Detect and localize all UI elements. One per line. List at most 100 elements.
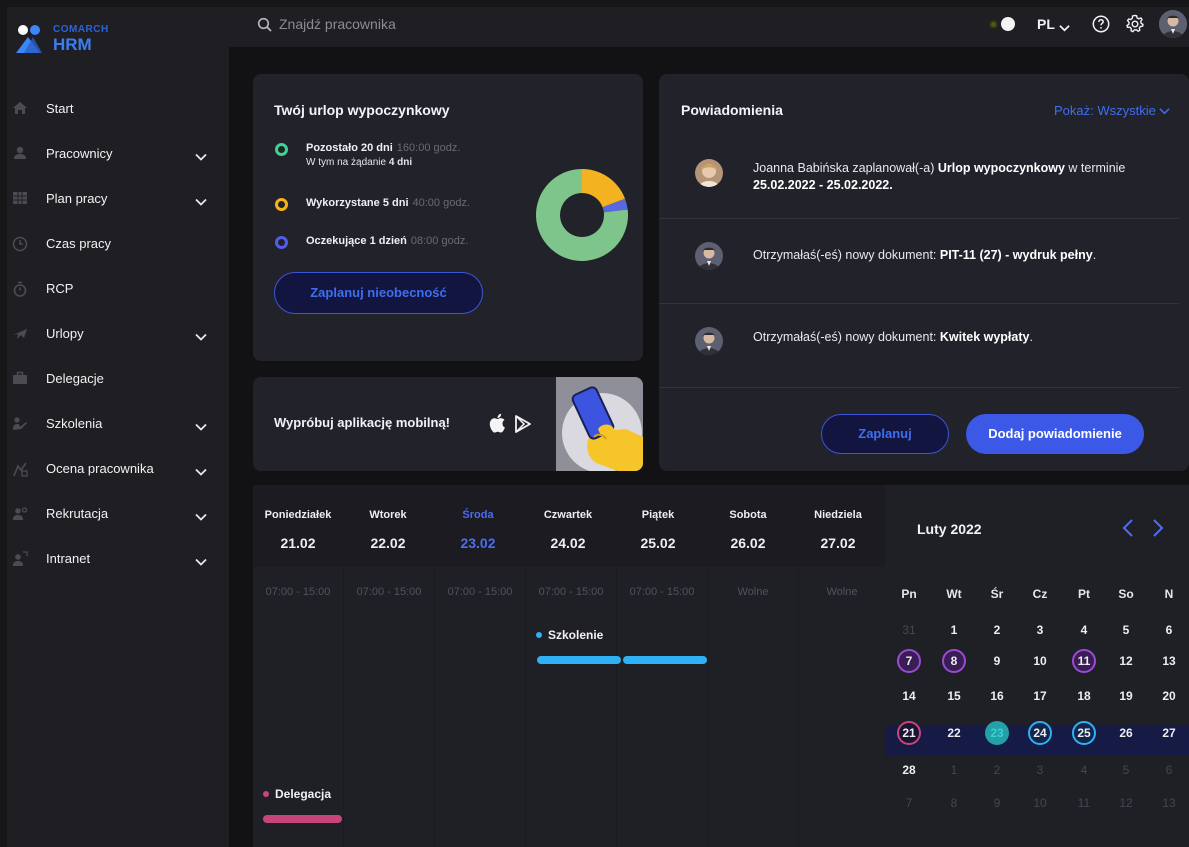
calendar-day[interactable]: 25 <box>1064 721 1104 745</box>
calendar-day[interactable]: 23 <box>977 721 1017 745</box>
sidebar-item-intranet[interactable]: Intranet <box>7 536 229 581</box>
chevron-down-icon[interactable] <box>1059 20 1070 35</box>
chevron-left-icon[interactable] <box>1121 518 1135 538</box>
event-delegation[interactable]: Delegacja <box>263 787 331 801</box>
calendar-day[interactable]: 2 <box>977 618 1017 642</box>
calendar-day[interactable]: 4 <box>1064 758 1104 782</box>
day-cell-sunday[interactable] <box>799 567 885 847</box>
chevron-down-icon[interactable] <box>195 554 207 566</box>
sidebar-item-rekrutacja[interactable]: Rekrutacja <box>7 491 229 536</box>
sidebar-item-ocena-pracownika[interactable]: Ocena pracownika <box>7 446 229 491</box>
calendar-day[interactable]: 22 <box>934 721 974 745</box>
app-window: COMARCH HRM Start Pracownicy Plan pracy … <box>7 7 1189 847</box>
day-cell-saturday[interactable] <box>708 567 798 847</box>
sidebar-item-delegacje[interactable]: Delegacje <box>7 356 229 401</box>
chevron-down-icon[interactable] <box>195 419 207 431</box>
calendar-day[interactable]: 13 <box>1149 791 1189 815</box>
calendar-day[interactable]: 14 <box>889 684 929 708</box>
chevron-down-icon[interactable] <box>195 194 207 206</box>
sidebar-item-pracownicy[interactable]: Pracownicy <box>7 131 229 176</box>
calendar-day[interactable]: 10 <box>1020 649 1060 673</box>
calendar-day-number: 7 <box>897 649 921 673</box>
plan-button[interactable]: Zaplanuj <box>821 414 949 454</box>
calendar-day-number: 21 <box>897 721 921 745</box>
calendar-day[interactable]: 28 <box>889 758 929 782</box>
sidebar-item-czas-pracy[interactable]: Czas pracy <box>7 221 229 266</box>
chevron-down-icon[interactable] <box>195 464 207 476</box>
sidebar-item-start[interactable]: Start <box>7 86 229 131</box>
sidebar-item-urlopy[interactable]: Urlopy <box>7 311 229 356</box>
calendar-day[interactable]: 5 <box>1106 618 1146 642</box>
sidebar-item-rcp[interactable]: RCP <box>7 266 229 311</box>
chevron-down-icon[interactable] <box>195 149 207 161</box>
divider <box>659 218 1179 219</box>
calendar-day[interactable]: 4 <box>1064 618 1104 642</box>
calendar-day[interactable]: 19 <box>1106 684 1146 708</box>
calendar-day-number: 25 <box>1072 721 1096 745</box>
calendar-day[interactable]: 1 <box>934 618 974 642</box>
calendar-day[interactable]: 24 <box>1020 721 1060 745</box>
sidebar-item-label: Urlopy <box>46 326 84 341</box>
theme-toggle[interactable] <box>987 17 1017 31</box>
calendar-day[interactable]: 7 <box>889 791 929 815</box>
search-input[interactable] <box>279 13 579 35</box>
day-cell-wednesday[interactable] <box>435 567 525 847</box>
plan-absence-button[interactable]: Zaplanuj nieobecność <box>274 272 483 314</box>
calendar-day[interactable]: 6 <box>1149 618 1189 642</box>
user-avatar[interactable] <box>1159 10 1187 38</box>
calendar-day[interactable]: 12 <box>1106 791 1146 815</box>
calendar-day[interactable]: 21 <box>889 721 929 745</box>
weekday-header: Pn <box>901 587 917 601</box>
day-cell-monday[interactable] <box>253 567 343 847</box>
calendar-day[interactable]: 7 <box>889 649 929 673</box>
calendar-day[interactable]: 27 <box>1149 721 1189 745</box>
calendar-day-number: 11 <box>1077 796 1091 810</box>
calendar-day[interactable]: 17 <box>1020 684 1060 708</box>
calendar-day[interactable]: 16 <box>977 684 1017 708</box>
calendar-day[interactable]: 8 <box>934 649 974 673</box>
calendar-day[interactable]: 10 <box>1020 791 1060 815</box>
calendar-day[interactable]: 9 <box>977 649 1017 673</box>
calendar-day[interactable]: 11 <box>1064 791 1104 815</box>
event-training-bar[interactable] <box>623 656 707 664</box>
add-notification-button[interactable]: Dodaj powiadomienie <box>966 414 1144 454</box>
calendar-day[interactable]: 18 <box>1064 684 1104 708</box>
calendar-day[interactable]: 15 <box>934 684 974 708</box>
chevron-down-icon[interactable] <box>195 509 207 521</box>
day-cell-thursday[interactable] <box>526 567 616 847</box>
calendar-day[interactable]: 3 <box>1020 758 1060 782</box>
calendar-day[interactable]: 6 <box>1149 758 1189 782</box>
search-icon[interactable] <box>257 17 273 33</box>
calendar-day-number: 3 <box>1036 623 1044 637</box>
calendar-day[interactable]: 31 <box>889 618 929 642</box>
calendar-day[interactable]: 12 <box>1106 649 1146 673</box>
calendar-day-number: 7 <box>905 796 913 810</box>
calendar-day[interactable]: 20 <box>1149 684 1189 708</box>
calendar-day[interactable]: 8 <box>934 791 974 815</box>
event-training[interactable]: Szkolenie <box>536 628 603 642</box>
calendar-day[interactable]: 3 <box>1020 618 1060 642</box>
chevron-down-icon[interactable] <box>195 329 207 341</box>
calendar-day[interactable]: 26 <box>1106 721 1146 745</box>
calendar-day[interactable]: 2 <box>977 758 1017 782</box>
calendar-day[interactable]: 13 <box>1149 649 1189 673</box>
day-cell-tuesday[interactable] <box>344 567 434 847</box>
gear-icon[interactable] <box>1125 14 1145 34</box>
calendar-day[interactable]: 1 <box>934 758 974 782</box>
help-icon[interactable] <box>1092 15 1110 33</box>
calendar-day[interactable]: 11 <box>1064 649 1104 673</box>
event-training-bar[interactable] <box>537 656 621 664</box>
logo[interactable]: COMARCH HRM <box>15 22 175 62</box>
event-delegation-bar[interactable] <box>263 815 342 823</box>
apple-store-icon[interactable] <box>489 413 507 433</box>
day-cell-friday[interactable] <box>617 567 707 847</box>
calendar-day[interactable]: 9 <box>977 791 1017 815</box>
calendar-day[interactable]: 5 <box>1106 758 1146 782</box>
language-selector[interactable]: PL <box>1037 16 1055 32</box>
sidebar-item-plan-pracy[interactable]: Plan pracy <box>7 176 229 221</box>
sidebar-item-szkolenia[interactable]: Szkolenia <box>7 401 229 446</box>
used-label: Wykorzystane 5 dni 40:00 godz. <box>306 197 470 209</box>
google-play-icon[interactable] <box>515 415 531 433</box>
chevron-right-icon[interactable] <box>1151 518 1165 538</box>
notifications-filter[interactable]: Pokaż: Wszystkie <box>1054 103 1171 118</box>
